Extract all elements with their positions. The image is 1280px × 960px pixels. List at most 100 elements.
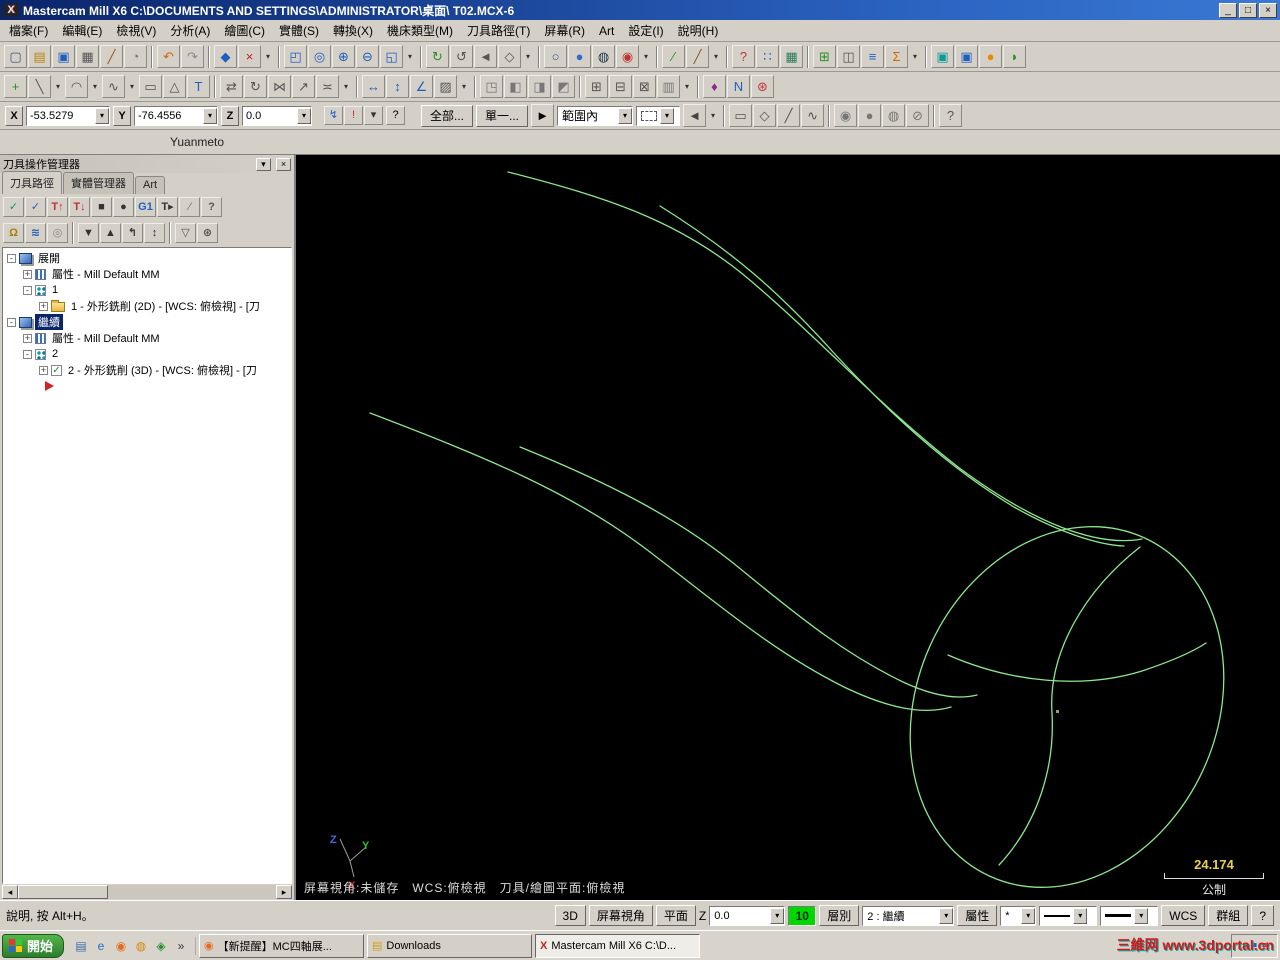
- repaint-icon[interactable]: ↻: [426, 45, 449, 68]
- select-edge-icon[interactable]: ◍: [882, 104, 906, 127]
- tree-label[interactable]: 展開: [35, 250, 63, 266]
- line-width-indicator[interactable]: 10: [788, 905, 817, 926]
- edit-text-icon[interactable]: ╱: [100, 45, 123, 68]
- scroll-left-button[interactable]: ◂: [2, 885, 18, 899]
- menu-item[interactable]: 繪圖(C): [217, 19, 272, 42]
- z-coordinate-input[interactable]: 0.0 ▾: [242, 105, 312, 126]
- create-arc-icon[interactable]: ◠: [65, 75, 88, 98]
- z-depth-select[interactable]: 0.0 ▾: [709, 905, 786, 926]
- scroll-right-button[interactable]: ▸: [276, 885, 292, 899]
- highfeed-icon[interactable]: ∕: [179, 197, 200, 217]
- select-single-button[interactable]: 單一...: [476, 104, 529, 127]
- dim-dropdown-icon[interactable]: ▾: [458, 75, 470, 98]
- line-style-dropdown-icon[interactable]: ▾: [1073, 907, 1088, 924]
- post-process-icon[interactable]: ◗: [1003, 45, 1026, 68]
- attributes-button[interactable]: 屬性: [957, 905, 998, 926]
- status-help-button[interactable]: ?: [1251, 905, 1274, 926]
- toolpath-up-icon[interactable]: T↑: [47, 197, 68, 217]
- scroll-insert-icon[interactable]: ↰: [122, 223, 143, 243]
- options-dropdown-icon[interactable]: ▾: [909, 45, 921, 68]
- tree-row-properties-1[interactable]: + 屬性 - Mill Default MM: [3, 266, 291, 282]
- tree-label[interactable]: 1: [49, 284, 61, 296]
- quick-dim-icon[interactable]: ∕: [662, 45, 685, 68]
- shading-dropdown-icon[interactable]: ▾: [640, 45, 652, 68]
- tree-label-selected[interactable]: 繼續: [35, 314, 63, 330]
- firefox-icon[interactable]: ◉: [112, 937, 130, 955]
- panel-tab[interactable]: Art: [135, 176, 166, 194]
- drafting-dropdown-icon[interactable]: ▾: [710, 45, 722, 68]
- xform-scale-icon[interactable]: ↗: [292, 75, 315, 98]
- minimize-button[interactable]: _: [1219, 2, 1237, 18]
- tray-icon-1[interactable]: ▪: [1242, 937, 1248, 955]
- control-def-icon[interactable]: ⊟: [609, 75, 632, 98]
- panel-collapse-button[interactable]: ▾: [255, 157, 271, 171]
- create-rectangle-icon[interactable]: ▭: [139, 75, 162, 98]
- wireframe-display-icon[interactable]: ○: [544, 45, 567, 68]
- planes-icon[interactable]: ◫: [837, 45, 860, 68]
- wcs-button[interactable]: WCS: [1161, 905, 1206, 926]
- xform-offset-icon[interactable]: ≍: [316, 75, 339, 98]
- show-desktop-icon[interactable]: ▤: [72, 937, 90, 955]
- overflow-chevron-icon[interactable]: »: [172, 937, 190, 955]
- attributes-manager-icon[interactable]: Σ: [885, 45, 908, 68]
- help-icon[interactable]: ?: [732, 45, 755, 68]
- start-button[interactable]: 開始: [2, 933, 65, 958]
- tree-expander-icon[interactable]: +: [23, 269, 32, 279]
- tray-icon-2[interactable]: ▪: [1252, 937, 1258, 955]
- machine-sim-icon[interactable]: ▣: [931, 45, 954, 68]
- tree-label[interactable]: 2 - 外形銑削 (3D) - [WCS: 俯檢視] - [刀: [65, 362, 260, 378]
- zoom-window-icon[interactable]: ◰: [284, 45, 307, 68]
- wireframe-curve-top-1[interactable]: [507, 171, 1143, 542]
- settings-icon[interactable]: ⊛: [751, 75, 774, 98]
- shaded-display-icon[interactable]: ●: [568, 45, 591, 68]
- selection-shape-select[interactable]: ▾: [636, 105, 681, 126]
- selection-grid-icon[interactable]: ▦: [780, 45, 803, 68]
- toolpath-dropdown-icon[interactable]: ▾: [681, 75, 693, 98]
- scrollbar-track[interactable]: [18, 885, 276, 899]
- zoom-in-icon[interactable]: ⊕: [332, 45, 355, 68]
- menu-item[interactable]: Art: [592, 21, 621, 41]
- new-file-icon[interactable]: ▢: [4, 45, 27, 68]
- solid-boolean-icon[interactable]: ◧: [504, 75, 527, 98]
- redo-icon[interactable]: ↷: [181, 45, 204, 68]
- analyze-icon[interactable]: ◆: [214, 45, 237, 68]
- zoom-fit-icon[interactable]: ◱: [380, 45, 403, 68]
- wireframe-inner-lip[interactable]: [998, 546, 1141, 866]
- isometric-view-icon[interactable]: ◇: [498, 45, 521, 68]
- select-solid-face-icon[interactable]: ◉: [834, 104, 858, 127]
- create-point-icon[interactable]: +: [4, 75, 27, 98]
- view-dropdown-icon[interactable]: ▾: [522, 45, 534, 68]
- z-coordinate-button[interactable]: Z: [221, 105, 239, 126]
- backplot-fast-icon[interactable]: ●: [979, 45, 1002, 68]
- xform-rotate-icon[interactable]: ↻: [244, 75, 267, 98]
- selection-help-icon[interactable]: ?: [939, 104, 963, 127]
- select-last-icon[interactable]: ◄: [683, 104, 707, 127]
- lock-icon[interactable]: Ω: [3, 223, 24, 243]
- level-dropdown-icon[interactable]: ▾: [939, 907, 954, 924]
- select-single-entity-icon[interactable]: ╱: [777, 104, 801, 127]
- wireframe-curve-left-1[interactable]: [369, 412, 952, 712]
- spline-dropdown-icon[interactable]: ▾: [126, 75, 138, 98]
- screen-view-button[interactable]: 屏幕視角: [588, 905, 653, 926]
- task-downloads-button[interactable]: ▤ Downloads: [367, 933, 533, 958]
- materials-icon[interactable]: ◉: [616, 45, 639, 68]
- surface-create-icon[interactable]: ◩: [552, 75, 575, 98]
- xform-mirror-icon[interactable]: ⋈: [268, 75, 291, 98]
- material-list-icon[interactable]: ⊠: [633, 75, 656, 98]
- zoom-dropdown-icon[interactable]: ▾: [404, 45, 416, 68]
- select-all-ops-icon[interactable]: ✓: [3, 197, 24, 217]
- select-dropdown-icon[interactable]: ▾: [707, 104, 720, 127]
- apply-icon[interactable]: !: [344, 106, 363, 125]
- zoom-out-icon[interactable]: ⊖: [356, 45, 379, 68]
- move-insert-down-icon[interactable]: ▼: [78, 223, 99, 243]
- tray-icon-3[interactable]: ▪: [1261, 937, 1267, 955]
- tree-expander-icon[interactable]: -: [7, 317, 16, 327]
- create-line-icon[interactable]: ╲: [28, 75, 51, 98]
- wireframe-far-lip[interactable]: [947, 642, 1207, 682]
- level-select[interactable]: 2 : 繼續 ▾: [862, 905, 955, 926]
- create-polygon-icon[interactable]: △: [163, 75, 186, 98]
- z-history-dropdown-icon[interactable]: ▾: [297, 107, 311, 124]
- tree-expander-icon[interactable]: -: [23, 285, 32, 295]
- panel-tab[interactable]: 刀具路徑: [2, 171, 62, 194]
- note-icon[interactable]: ╱: [686, 45, 709, 68]
